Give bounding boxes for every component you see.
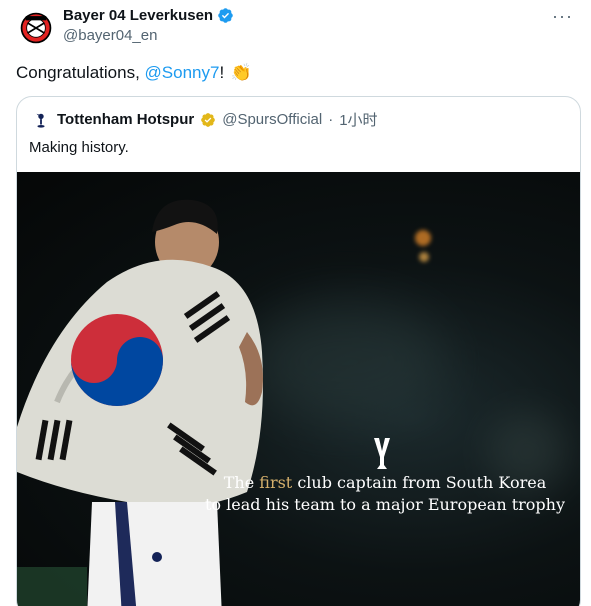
tweet-text: Congratulations, @Sonny7! 👏: [16, 62, 252, 84]
author-avatar[interactable]: [16, 8, 56, 48]
quote-author-handle[interactable]: @SpursOfficial: [222, 111, 322, 128]
quoted-tweet[interactable]: Tottenham Hotspur @SpursOfficial · 1小时 M…: [16, 96, 581, 606]
mention-link[interactable]: @Sonny7: [145, 63, 220, 82]
quote-author-name[interactable]: Tottenham Hotspur: [57, 111, 194, 128]
bokeh-light: [415, 230, 431, 246]
caption-line-1: The first club captain from South Korea: [185, 472, 580, 494]
author-name[interactable]: Bayer 04 Leverkusen: [63, 7, 213, 24]
bayer-leverkusen-logo-icon: [20, 12, 52, 44]
more-options-icon[interactable]: ···: [552, 6, 573, 27]
quote-header: Tottenham Hotspur @SpursOfficial · 1小时: [31, 109, 378, 130]
trophy-icon: [374, 438, 390, 469]
caption-highlight: first: [259, 473, 293, 492]
caption-line1-before: The: [223, 473, 260, 492]
bokeh-light: [419, 252, 429, 262]
caption-line1-after: club captain from South Korea: [292, 473, 547, 492]
quote-text: Making history.: [29, 139, 129, 156]
quote-timestamp[interactable]: 1小时: [339, 109, 377, 130]
quote-photo[interactable]: The first club captain from South Korea …: [17, 172, 580, 606]
tottenham-cockerel-icon: [36, 113, 45, 128]
verified-badge-icon: [218, 8, 233, 23]
verified-organization-badge-icon: [201, 112, 216, 127]
quote-author-avatar[interactable]: [31, 109, 51, 130]
tweet-text-before: Congratulations,: [16, 63, 145, 82]
quote-separator: ·: [328, 111, 334, 128]
caption-line-2: to lead his team to a major European tro…: [204, 495, 566, 514]
tweet-text-after: !: [219, 63, 229, 82]
author-handle[interactable]: @bayer04_en: [63, 27, 234, 44]
player-with-flag-image: [17, 199, 263, 606]
author-block: Bayer 04 Leverkusen @bayer04_en: [63, 7, 234, 44]
image-caption: The first club captain from South Korea …: [185, 472, 580, 516]
clapping-hands-emoji: 👏: [230, 63, 253, 82]
